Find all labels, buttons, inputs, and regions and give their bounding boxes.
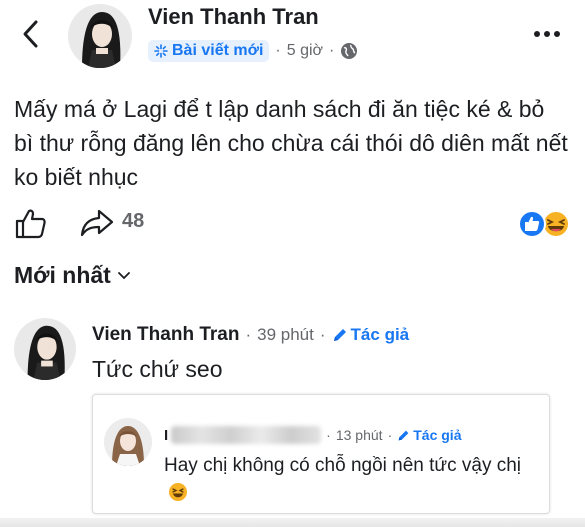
share-button[interactable] — [80, 208, 114, 238]
new-post-badge-label: Bài viết mới — [172, 42, 264, 59]
chevron-down-icon — [117, 271, 130, 279]
share-arrow-icon — [80, 209, 114, 237]
share-count: 48 — [122, 210, 145, 232]
comment-header: Vien Thanh Tran · 39 phút · Tác giả — [92, 324, 409, 346]
new-post-badge: Bài viết mới — [148, 40, 270, 62]
comment-text: Tức chứ seo — [92, 356, 223, 382]
reply-separator: · — [326, 427, 331, 443]
post-time[interactable]: 5 giờ — [287, 42, 323, 60]
comment-separator-2: · — [319, 325, 326, 344]
reply-separator-2: · — [387, 427, 393, 443]
reply-author-tag: Tác giả — [397, 427, 461, 443]
bottom-edge — [0, 518, 585, 527]
comment-sort-dropdown[interactable]: Mới nhất — [14, 262, 131, 289]
globe-icon — [341, 43, 358, 59]
meta-separator-2: · — [329, 42, 335, 59]
reply-author-tag-label: Tác giả — [413, 427, 462, 443]
reply-author-initial[interactable]: I — [164, 427, 168, 444]
like-reaction-icon — [518, 210, 546, 238]
thumbs-up-icon — [15, 209, 46, 239]
reply-header: I · 13 phút · Tác giả — [164, 426, 461, 444]
comment-separator: · — [245, 325, 252, 344]
comment-time[interactable]: 39 phút — [257, 325, 314, 345]
redacted-author-name — [171, 426, 322, 444]
author-tag-label: Tác giả — [350, 325, 410, 344]
post-meta: Bài viết mới · 5 giờ · — [148, 38, 358, 64]
haha-reaction-icon — [542, 210, 570, 238]
pencil-icon — [398, 430, 409, 440]
reaction-summary[interactable] — [516, 208, 572, 240]
author-avatar[interactable] — [68, 4, 132, 68]
reply-author-avatar[interactable] — [104, 418, 152, 466]
comment-sort-label: Mới nhất — [14, 262, 111, 288]
author-tag: Tác giả — [332, 325, 410, 345]
like-button[interactable] — [14, 206, 48, 240]
laughing-emoji-icon — [169, 483, 187, 501]
commenter-avatar[interactable] — [14, 318, 76, 380]
sparkle-icon — [154, 44, 168, 58]
comment-author-name[interactable]: Vien Thanh Tran — [92, 324, 239, 346]
reply-text-block: Hay chị không có chỗ ngồi nên tức vậy ch… — [164, 452, 544, 506]
chevron-left-icon — [23, 20, 38, 48]
author-name[interactable]: Vien Thanh Tran — [148, 4, 319, 30]
more-options-button[interactable] — [529, 24, 565, 44]
pencil-icon — [333, 329, 346, 341]
reply-text: Hay chị không có chỗ ngồi nên tức vậy ch… — [164, 455, 522, 476]
post-text: Mấy má ở Lagi để t lập danh sách đi ăn t… — [14, 96, 568, 190]
meta-separator: · — [275, 42, 281, 59]
reply-time[interactable]: 13 phút — [336, 427, 383, 443]
more-icon — [534, 31, 560, 37]
back-button[interactable] — [14, 14, 50, 54]
